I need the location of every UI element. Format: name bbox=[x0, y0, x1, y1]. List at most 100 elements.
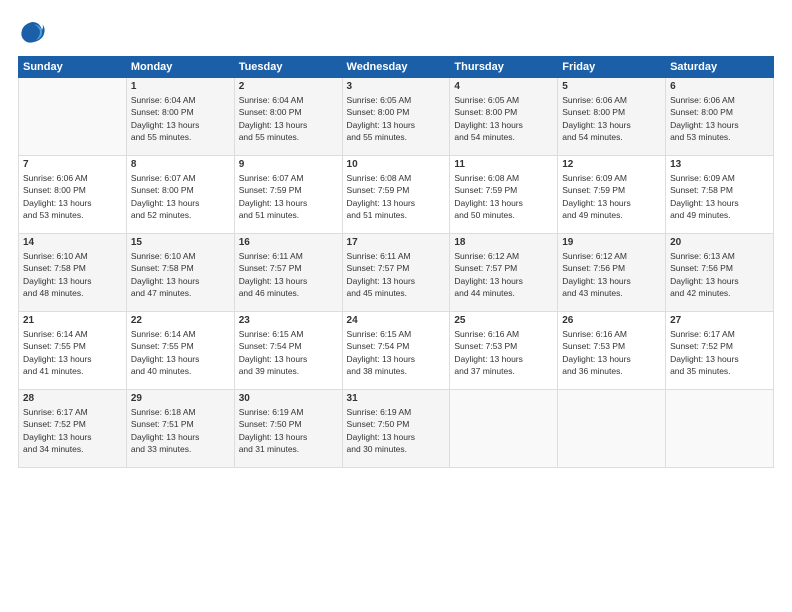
day-number: 21 bbox=[23, 315, 122, 326]
calendar-cell bbox=[558, 390, 666, 468]
calendar-cell: 1Sunrise: 6:04 AMSunset: 8:00 PMDaylight… bbox=[126, 78, 234, 156]
day-info: Sunrise: 6:14 AMSunset: 7:55 PMDaylight:… bbox=[23, 328, 122, 377]
logo-icon bbox=[18, 18, 46, 46]
day-info: Sunrise: 6:17 AMSunset: 7:52 PMDaylight:… bbox=[670, 328, 769, 377]
day-info: Sunrise: 6:06 AMSunset: 8:00 PMDaylight:… bbox=[562, 94, 661, 143]
day-number: 10 bbox=[347, 159, 446, 170]
day-number: 20 bbox=[670, 237, 769, 248]
logo bbox=[18, 18, 50, 46]
day-info: Sunrise: 6:07 AMSunset: 8:00 PMDaylight:… bbox=[131, 172, 230, 221]
calendar-cell: 8 Sunrise: 6:07 AMSunset: 8:00 PMDaylight… bbox=[126, 156, 234, 234]
calendar-cell: 29 Sunrise: 6:18 AMSunset: 7:51 PMDayligh… bbox=[126, 390, 234, 468]
header bbox=[18, 18, 774, 46]
calendar-cell: 20 Sunrise: 6:13 AMSunset: 7:56 PMDayligh… bbox=[666, 234, 774, 312]
day-number: 4 bbox=[454, 81, 553, 92]
calendar-cell: 15 Sunrise: 6:10 AMSunset: 7:58 PMDayligh… bbox=[126, 234, 234, 312]
calendar-cell: 6 Sunrise: 6:06 AMSunset: 8:00 PMDaylight… bbox=[666, 78, 774, 156]
day-number: 29 bbox=[131, 393, 230, 404]
calendar-week-row: 28 Sunrise: 6:17 AMSunset: 7:52 PMDayligh… bbox=[19, 390, 774, 468]
day-info: Sunrise: 6:08 AMSunset: 7:59 PMDaylight:… bbox=[347, 172, 446, 221]
calendar-cell: 27 Sunrise: 6:17 AMSunset: 7:52 PMDayligh… bbox=[666, 312, 774, 390]
calendar-cell: 30 Sunrise: 6:19 AMSunset: 7:50 PMDayligh… bbox=[234, 390, 342, 468]
calendar-cell: 25 Sunrise: 6:16 AMSunset: 7:53 PMDayligh… bbox=[450, 312, 558, 390]
day-info: Sunrise: 6:11 AMSunset: 7:57 PMDaylight:… bbox=[347, 250, 446, 299]
calendar-cell bbox=[450, 390, 558, 468]
calendar-week-row: 1Sunrise: 6:04 AMSunset: 8:00 PMDaylight… bbox=[19, 78, 774, 156]
calendar-cell: 9Sunrise: 6:07 AMSunset: 7:59 PMDaylight… bbox=[234, 156, 342, 234]
calendar-cell: 17 Sunrise: 6:11 AMSunset: 7:57 PMDayligh… bbox=[342, 234, 450, 312]
day-number: 8 bbox=[131, 159, 230, 170]
calendar-cell: 3 Sunrise: 6:05 AMSunset: 8:00 PMDaylight… bbox=[342, 78, 450, 156]
calendar-cell: 4 Sunrise: 6:05 AMSunset: 8:00 PMDaylight… bbox=[450, 78, 558, 156]
calendar-cell: 13Sunrise: 6:09 AMSunset: 7:58 PMDayligh… bbox=[666, 156, 774, 234]
day-number: 19 bbox=[562, 237, 661, 248]
day-info: Sunrise: 6:14 AMSunset: 7:55 PMDaylight:… bbox=[131, 328, 230, 377]
calendar-cell: 24Sunrise: 6:15 AMSunset: 7:54 PMDayligh… bbox=[342, 312, 450, 390]
calendar-cell: 16 Sunrise: 6:11 AMSunset: 7:57 PMDayligh… bbox=[234, 234, 342, 312]
day-info: Sunrise: 6:12 AMSunset: 7:56 PMDaylight:… bbox=[562, 250, 661, 299]
day-info: Sunrise: 6:13 AMSunset: 7:56 PMDaylight:… bbox=[670, 250, 769, 299]
col-saturday: Saturday bbox=[666, 57, 774, 78]
day-number: 17 bbox=[347, 237, 446, 248]
day-info: Sunrise: 6:06 AMSunset: 8:00 PMDaylight:… bbox=[23, 172, 122, 221]
day-number: 28 bbox=[23, 393, 122, 404]
day-info: Sunrise: 6:15 AMSunset: 7:54 PMDaylight:… bbox=[347, 328, 446, 377]
col-sunday: Sunday bbox=[19, 57, 127, 78]
col-thursday: Thursday bbox=[450, 57, 558, 78]
calendar-cell: 5 Sunrise: 6:06 AMSunset: 8:00 PMDaylight… bbox=[558, 78, 666, 156]
day-number: 23 bbox=[239, 315, 338, 326]
day-number: 30 bbox=[239, 393, 338, 404]
day-number: 16 bbox=[239, 237, 338, 248]
day-info: Sunrise: 6:16 AMSunset: 7:53 PMDaylight:… bbox=[454, 328, 553, 377]
day-number: 14 bbox=[23, 237, 122, 248]
day-info: Sunrise: 6:16 AMSunset: 7:53 PMDaylight:… bbox=[562, 328, 661, 377]
day-number: 22 bbox=[131, 315, 230, 326]
col-friday: Friday bbox=[558, 57, 666, 78]
calendar-cell: 23 Sunrise: 6:15 AMSunset: 7:54 PMDayligh… bbox=[234, 312, 342, 390]
day-number: 18 bbox=[454, 237, 553, 248]
day-number: 26 bbox=[562, 315, 661, 326]
day-number: 15 bbox=[131, 237, 230, 248]
day-info: Sunrise: 6:10 AMSunset: 7:58 PMDaylight:… bbox=[23, 250, 122, 299]
calendar-cell: 2Sunrise: 6:04 AMSunset: 8:00 PMDaylight… bbox=[234, 78, 342, 156]
calendar-cell: 31 Sunrise: 6:19 AMSunset: 7:50 PMDayligh… bbox=[342, 390, 450, 468]
calendar-cell: 10 Sunrise: 6:08 AMSunset: 7:59 PMDayligh… bbox=[342, 156, 450, 234]
calendar-week-row: 21 Sunrise: 6:14 AMSunset: 7:55 PMDayligh… bbox=[19, 312, 774, 390]
day-info: Sunrise: 6:18 AMSunset: 7:51 PMDaylight:… bbox=[131, 406, 230, 455]
calendar-cell: 21 Sunrise: 6:14 AMSunset: 7:55 PMDayligh… bbox=[19, 312, 127, 390]
day-number: 31 bbox=[347, 393, 446, 404]
calendar-cell: 26 Sunrise: 6:16 AMSunset: 7:53 PMDayligh… bbox=[558, 312, 666, 390]
calendar-week-row: 7Sunrise: 6:06 AMSunset: 8:00 PMDaylight… bbox=[19, 156, 774, 234]
calendar-cell: 18 Sunrise: 6:12 AMSunset: 7:57 PMDayligh… bbox=[450, 234, 558, 312]
day-info: Sunrise: 6:19 AMSunset: 7:50 PMDaylight:… bbox=[347, 406, 446, 455]
calendar-cell: 12Sunrise: 6:09 AMSunset: 7:59 PMDayligh… bbox=[558, 156, 666, 234]
day-info: Sunrise: 6:05 AMSunset: 8:00 PMDaylight:… bbox=[454, 94, 553, 143]
day-info: Sunrise: 6:06 AMSunset: 8:00 PMDaylight:… bbox=[670, 94, 769, 143]
calendar-cell: 14 Sunrise: 6:10 AMSunset: 7:58 PMDayligh… bbox=[19, 234, 127, 312]
day-info: Sunrise: 6:19 AMSunset: 7:50 PMDaylight:… bbox=[239, 406, 338, 455]
calendar-cell bbox=[666, 390, 774, 468]
day-info: Sunrise: 6:10 AMSunset: 7:58 PMDaylight:… bbox=[131, 250, 230, 299]
calendar-cell: 7Sunrise: 6:06 AMSunset: 8:00 PMDaylight… bbox=[19, 156, 127, 234]
day-number: 3 bbox=[347, 81, 446, 92]
day-info: Sunrise: 6:04 AMSunset: 8:00 PMDaylight:… bbox=[239, 94, 338, 143]
col-wednesday: Wednesday bbox=[342, 57, 450, 78]
day-info: Sunrise: 6:11 AMSunset: 7:57 PMDaylight:… bbox=[239, 250, 338, 299]
day-number: 25 bbox=[454, 315, 553, 326]
calendar-cell: 11Sunrise: 6:08 AMSunset: 7:59 PMDayligh… bbox=[450, 156, 558, 234]
day-info: Sunrise: 6:17 AMSunset: 7:52 PMDaylight:… bbox=[23, 406, 122, 455]
day-number: 6 bbox=[670, 81, 769, 92]
calendar-table: Sunday Monday Tuesday Wednesday Thursday… bbox=[18, 56, 774, 468]
calendar-cell: 28 Sunrise: 6:17 AMSunset: 7:52 PMDayligh… bbox=[19, 390, 127, 468]
col-tuesday: Tuesday bbox=[234, 57, 342, 78]
day-info: Sunrise: 6:12 AMSunset: 7:57 PMDaylight:… bbox=[454, 250, 553, 299]
day-info: Sunrise: 6:15 AMSunset: 7:54 PMDaylight:… bbox=[239, 328, 338, 377]
calendar-cell bbox=[19, 78, 127, 156]
day-number: 12 bbox=[562, 159, 661, 170]
calendar-cell: 22 Sunrise: 6:14 AMSunset: 7:55 PMDayligh… bbox=[126, 312, 234, 390]
page: Sunday Monday Tuesday Wednesday Thursday… bbox=[0, 0, 792, 612]
day-number: 5 bbox=[562, 81, 661, 92]
day-info: Sunrise: 6:08 AMSunset: 7:59 PMDaylight:… bbox=[454, 172, 553, 221]
day-info: Sunrise: 6:05 AMSunset: 8:00 PMDaylight:… bbox=[347, 94, 446, 143]
day-number: 27 bbox=[670, 315, 769, 326]
